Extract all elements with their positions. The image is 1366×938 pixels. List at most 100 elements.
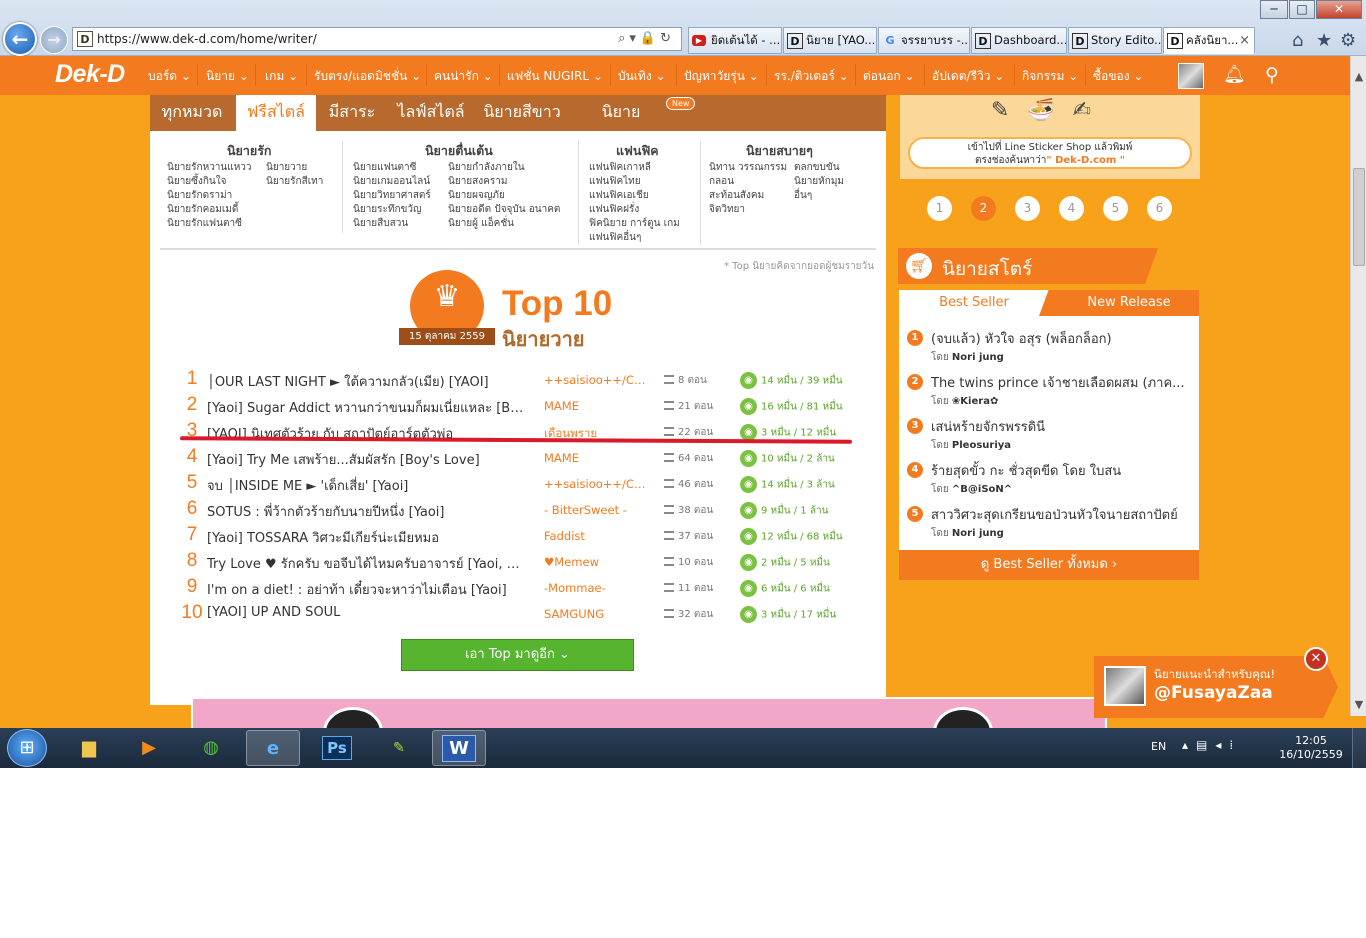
browser-tab-2[interactable]: D นิยาย [YAO... <box>783 27 877 54</box>
item-title[interactable]: เสน่หร้ายจักรพรรดินี <box>931 416 1191 437</box>
novel-author[interactable]: MAME <box>544 451 648 465</box>
language-indicator[interactable]: EN <box>1151 740 1166 753</box>
tab-new-release[interactable]: New Release <box>1039 290 1199 316</box>
rank-row-2[interactable]: 2 [Yaoi] Sugar Addict หวานกว่าขนมก็ผมเนี… <box>180 393 860 417</box>
dekd-logo[interactable]: Dek-D <box>55 60 125 89</box>
browser-tab-1[interactable]: ▶ ยิดเต้นได้ - ... <box>688 27 782 54</box>
genre-link[interactable]: นิยายวิทยาศาสตร์ <box>353 189 431 203</box>
nav-fashion[interactable]: แฟชั่น NUGIRL ⌄ <box>507 67 603 86</box>
novel-author[interactable]: ++saisioo++/Ch... <box>544 373 648 387</box>
tab-lifestyle[interactable]: ไลฟ์สไตล์ <box>388 95 474 131</box>
nav-shop[interactable]: ซื้อของ ⌄ <box>1093 67 1144 86</box>
show-desktop-button[interactable] <box>1352 728 1366 768</box>
genre-link[interactable]: นิทาน วรรณกรรม <box>709 161 787 175</box>
browser-tab-4[interactable]: D Dashboard... <box>971 27 1067 54</box>
novel-author[interactable]: -Mommae- <box>544 581 648 595</box>
novel-title[interactable]: SOTUS : พี่ว้ากตัวร้ายกับนายปีหนึ่ง [Yao… <box>207 501 527 522</box>
close-popup-icon[interactable]: ✕ <box>1304 647 1328 671</box>
nav-school-tutor[interactable]: รร./ติวเตอร์ ⌄ <box>774 67 849 86</box>
settings-gear-icon[interactable]: ⚙ <box>1340 30 1356 51</box>
browser-globe-icon[interactable]: ◍ <box>184 730 238 766</box>
scroll-up-icon[interactable]: ▲ <box>1351 70 1366 83</box>
nav-activities[interactable]: กิจกรรม ⌄ <box>1022 67 1078 86</box>
tab-recommended[interactable]: นิยายแนะนำ <box>580 95 662 155</box>
rank-row-1[interactable]: 1 │OUR LAST NIGHT ► ใต้ความกลัว(เมีย) [Y… <box>180 367 860 391</box>
rank-row-4[interactable]: 4 [Yaoi] Try Me เสพร้าย...สัมผัสรัก [Boy… <box>180 445 860 469</box>
nav-novel[interactable]: นิยาย ⌄ <box>206 67 249 86</box>
novel-title[interactable]: [Yaoi] Sugar Addict หวานกว่าขนมก็ผมเนี่ย… <box>207 397 527 418</box>
nav-abroad[interactable]: ต่อนอก ⌄ <box>863 67 915 86</box>
all-best-seller-button[interactable]: ดู Best Seller ทั้งหมด › <box>899 550 1199 580</box>
taskbar-clock[interactable]: 12:05 16/10/2559 <box>1276 734 1346 762</box>
page-4[interactable]: 4 <box>1059 196 1084 221</box>
genre-link[interactable]: นิยายหักมุม <box>794 175 844 189</box>
genre-link[interactable]: แฟนฟิคเอเชีย <box>589 189 649 203</box>
address-tools-icon[interactable]: ⌕▾🔒↻ <box>618 28 675 50</box>
genre-link[interactable]: นิยายอดีต ปัจจุบัน อนาคต <box>448 203 560 217</box>
genre-link[interactable]: จิตวิทยา <box>709 203 745 217</box>
genre-link[interactable]: นิยายกำลังภายใน <box>448 161 525 175</box>
novel-title[interactable]: จบ │INSIDE ME ► 'เด็กเสี่ย' [Yaoi] <box>207 475 527 496</box>
nav-board[interactable]: บอร์ด ⌄ <box>148 67 191 86</box>
item-title[interactable]: สาววิศวะสุดเกรียนขอป่วนหัวใจนายสถาปัตย์ <box>931 504 1191 525</box>
genre-link[interactable]: นิยายระทึกขวัญ <box>353 203 422 217</box>
page-1[interactable]: 1 <box>927 196 952 221</box>
novel-title[interactable]: [Yaoi] Try Me เสพร้าย...สัมผัสรัก [Boy's… <box>207 449 527 470</box>
forward-button[interactable]: → <box>40 26 68 54</box>
back-button[interactable]: ← <box>3 22 37 56</box>
genre-link[interactable]: ตลกขบขัน <box>794 161 840 175</box>
nav-update-review[interactable]: อัปเดต/รีวิว ⌄ <box>932 67 1004 86</box>
nav-game[interactable]: เกม ⌄ <box>265 67 298 86</box>
close-window-button[interactable]: ✕ <box>1316 0 1362 19</box>
page-6[interactable]: 6 <box>1147 196 1172 221</box>
recommendation-popup[interactable]: นิยายแนะนำสำหรับคุณ! @FusayaZaa <box>1094 656 1338 718</box>
genre-link[interactable]: นิยายแฟนตาซี <box>353 161 416 175</box>
rank-row-10[interactable]: 10 [YAOI] UP AND SOUL SAMGUNG 32 ตอน ◉ 3 … <box>180 601 860 625</box>
word-icon[interactable]: W <box>432 730 486 766</box>
genre-link[interactable]: นิยายซึ้งกินใจ <box>167 175 226 189</box>
page-3[interactable]: 3 <box>1015 196 1040 221</box>
rank-row-7[interactable]: 7 [Yaoi] TOSSARA วิศวะมีเกียร์น่ะเมียหมอ… <box>180 523 860 547</box>
rank-row-9[interactable]: 9 I'm on a diet! : อย่าท้า เดี๋ยวจะหาว่า… <box>180 575 860 599</box>
nav-teen-problems[interactable]: ปัญหาวัยรุ่น ⌄ <box>684 67 759 86</box>
close-tab-icon[interactable]: × <box>1239 28 1250 53</box>
genre-link[interactable]: ฟิคนิยาย การ์ตูน เกม <box>589 217 680 231</box>
page-2-current[interactable]: 2 <box>971 196 996 221</box>
novel-author[interactable]: Faddist <box>544 529 648 543</box>
novel-title[interactable]: I'm on a diet! : อย่าท้า เดี๋ยวจะหาว่าไม… <box>207 579 527 600</box>
genre-link[interactable]: นิยายสงคราม <box>448 175 507 189</box>
user-avatar[interactable] <box>1178 63 1204 89</box>
genre-link[interactable]: นิยายสืบสวน <box>353 217 408 231</box>
browser-tab-3[interactable]: G จรรยาบรร -... <box>878 27 970 54</box>
nav-entertainment[interactable]: บันเทิง ⌄ <box>618 67 666 86</box>
minimize-button[interactable]: ─ <box>1260 0 1288 19</box>
novel-title[interactable]: │OUR LAST NIGHT ► ใต้ความกลัว(เมีย) [YAO… <box>207 371 527 392</box>
scroll-thumb[interactable] <box>1353 168 1365 266</box>
favorites-star-icon[interactable]: ★ <box>1316 30 1332 51</box>
home-icon[interactable]: ⌂ <box>1292 30 1303 51</box>
genre-link[interactable]: นิยายรักสีเทา <box>266 175 323 189</box>
tab-knowledge[interactable]: มีสาระ <box>320 95 384 131</box>
genre-link[interactable]: แฟนฟิคฝรั่ง <box>589 203 639 217</box>
novel-author[interactable]: SAMGUNG <box>544 607 648 621</box>
maximize-button[interactable]: □ <box>1289 0 1315 19</box>
novel-author[interactable]: MAME <box>544 399 648 413</box>
genre-link[interactable]: แฟนฟิคอื่นๆ <box>589 231 641 245</box>
nav-cute-people[interactable]: คนน่ารัก ⌄ <box>434 67 493 86</box>
tab-freestyle[interactable]: ฟรีสไตล์ <box>236 95 316 131</box>
genre-link[interactable]: แฟนฟิคเกาหลี <box>589 161 651 175</box>
nav-admission[interactable]: รับตรง/แอดมิชชั่น ⌄ <box>314 67 421 86</box>
internet-explorer-icon[interactable]: e <box>246 730 300 766</box>
browser-tab-6-active[interactable]: D คลังนิยา... × <box>1163 27 1255 54</box>
line-sticker-promo[interactable]: ✎🍜✍ เข้าไปที่ Line Sticker Shop แล้วพิมพ… <box>900 95 1200 179</box>
browser-tab-5[interactable]: D Story Edito... <box>1068 27 1162 54</box>
more-top-button[interactable]: เอา Top มาดูอีก ⌄ <box>401 639 634 671</box>
genre-link[interactable]: นิยายรักคอมเมดี้ <box>167 203 238 217</box>
bell-icon[interactable]: 🔔︎ <box>1223 64 1246 85</box>
item-title[interactable]: ร้ายสุดขั้ว กะ ชั่วสุดขีด โดย ใบสน <box>931 460 1191 481</box>
rank-row-5[interactable]: 5 จบ │INSIDE ME ► 'เด็กเสี่ย' [Yaoi] ++s… <box>180 471 860 495</box>
genre-link[interactable]: อื่นๆ <box>794 189 812 203</box>
novel-author[interactable]: - BitterSweet - <box>544 503 648 517</box>
photoshop-icon[interactable]: Ps <box>310 730 364 766</box>
novel-author[interactable]: ♥Memew <box>544 555 648 569</box>
